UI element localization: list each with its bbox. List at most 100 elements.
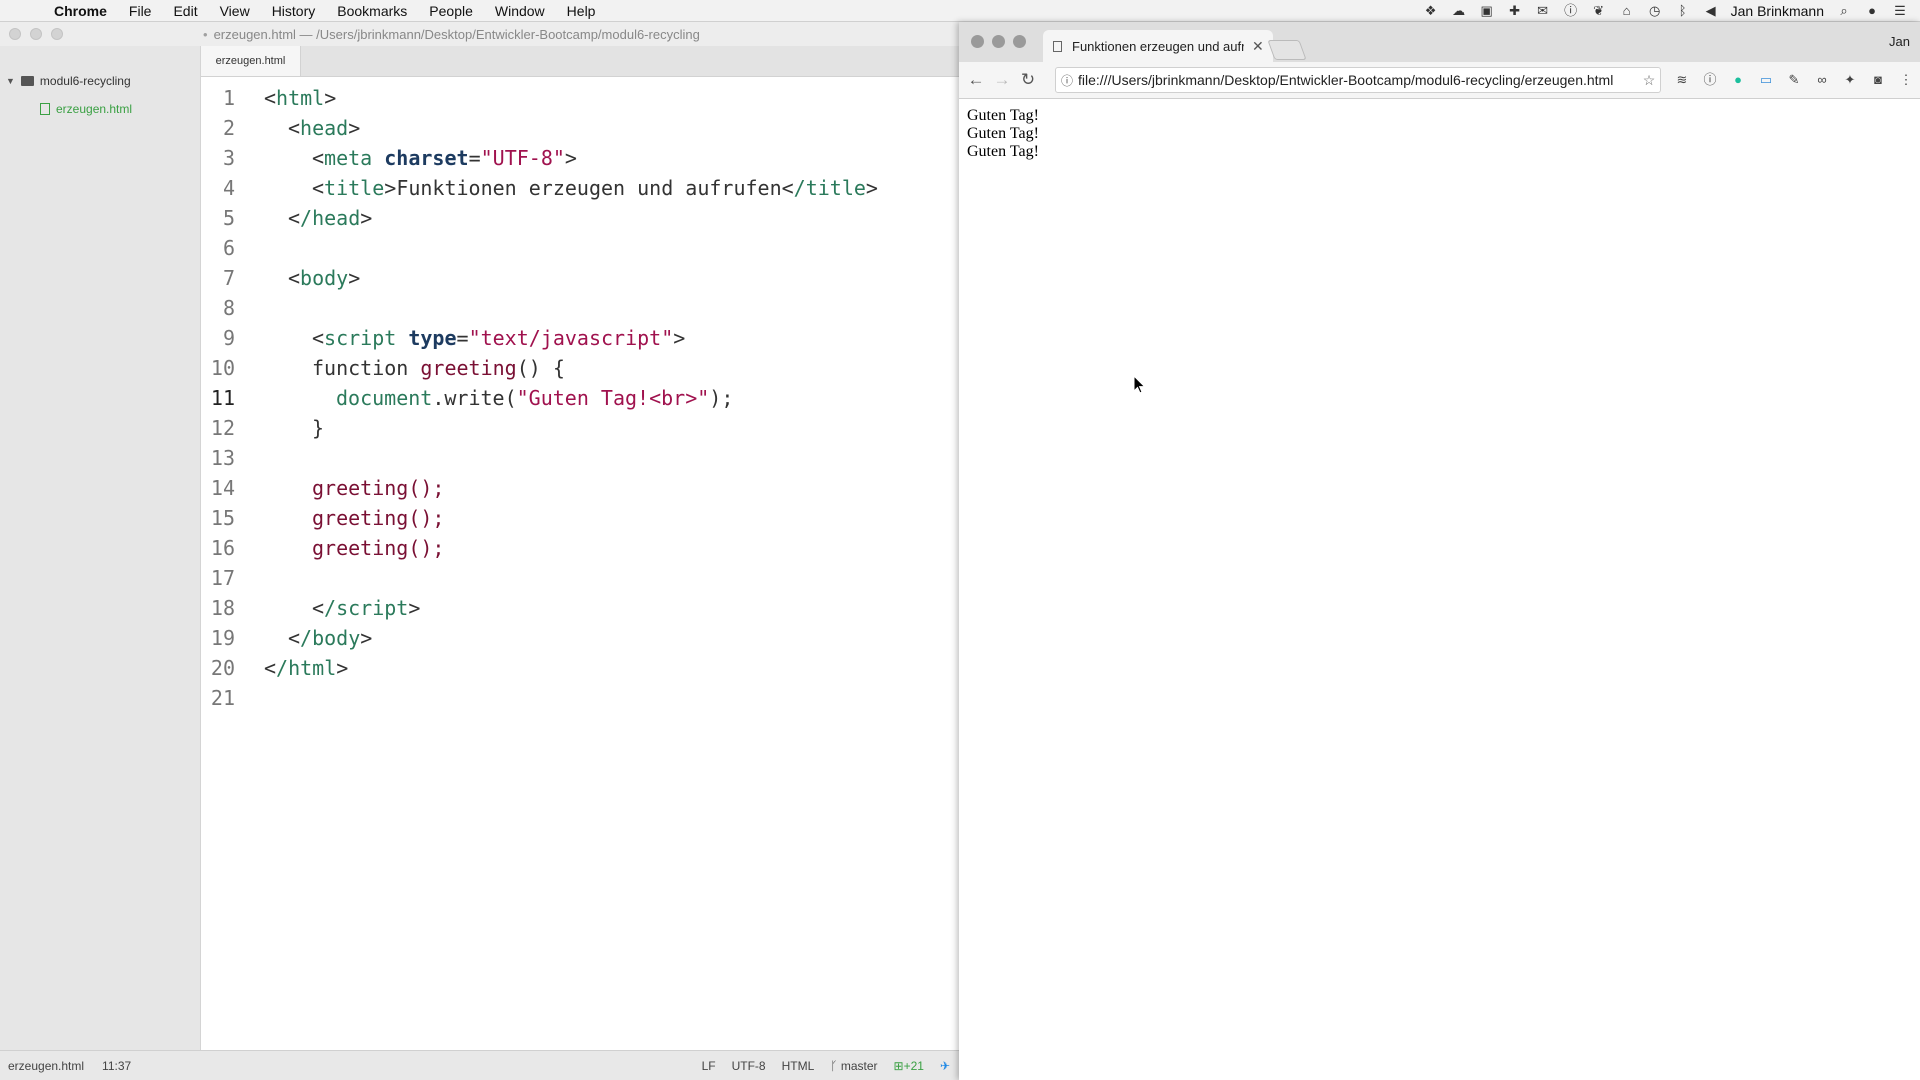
camera-icon[interactable]: ▣ <box>1479 4 1495 18</box>
line-number: 1 <box>222 86 235 110</box>
back-arrow-icon[interactable]: ← <box>963 70 989 90</box>
code-token: "text/javascript" <box>468 326 674 350</box>
line-number: 18 <box>210 596 235 620</box>
browser-tab[interactable]: Funktionen erzeugen und aufrufen ✕ <box>1043 30 1273 62</box>
minimize-window-button[interactable] <box>992 35 1005 48</box>
code-token: greeting(); <box>312 476 445 500</box>
status-git-diff[interactable]: ⊞+21 <box>894 1059 924 1073</box>
code-token: greeting <box>420 356 517 380</box>
user-name[interactable]: Jan Brinkmann <box>1731 3 1824 19</box>
menu-app-chrome[interactable]: Chrome <box>54 3 107 19</box>
code-token: function <box>312 356 421 380</box>
forward-arrow-icon[interactable]: → <box>989 70 1015 90</box>
address-bar[interactable]: ⓘ file:///Users/jbrinkmann/Desktop/Entwi… <box>1055 67 1661 93</box>
line-number: 16 <box>210 536 235 560</box>
search-icon[interactable]: ⌕ <box>1836 4 1852 18</box>
close-window-button[interactable] <box>971 35 984 48</box>
status-encoding[interactable]: UTF-8 <box>732 1059 766 1073</box>
zoom-window-button[interactable] <box>1013 35 1026 48</box>
code-token: .write( <box>432 386 517 410</box>
minimize-window-button[interactable] <box>30 28 42 40</box>
cloud-icon[interactable]: ☁ <box>1451 4 1467 18</box>
tree-folder[interactable]: ▼ modul6-recycling <box>6 74 131 88</box>
close-window-button[interactable] <box>9 28 21 40</box>
link-extension-icon[interactable]: ∞ <box>1814 72 1830 88</box>
address-bar-url[interactable]: file:///Users/jbrinkmann/Desktop/Entwick… <box>1078 72 1638 88</box>
bird-icon[interactable]: ✈ <box>940 1059 950 1073</box>
page-output-line: Guten Tag! <box>967 107 1039 124</box>
menu-file[interactable]: File <box>129 3 152 19</box>
menu-edit[interactable]: Edit <box>173 3 197 19</box>
siri-icon[interactable]: ● <box>1864 4 1880 18</box>
line-number: 11 <box>210 386 235 410</box>
bird-extension-icon[interactable]: ✦ <box>1842 72 1858 88</box>
menu-history[interactable]: History <box>272 3 316 19</box>
camera-extension-icon[interactable]: ◙ <box>1870 72 1886 88</box>
menu-window[interactable]: Window <box>495 3 545 19</box>
page-output-line: Guten Tag! <box>967 143 1039 160</box>
volume-icon[interactable]: ◀ <box>1703 4 1719 18</box>
plus-icon[interactable]: ✚ <box>1507 4 1523 18</box>
profile-button[interactable]: Jan <box>1889 34 1910 49</box>
code-token: /body <box>300 626 361 650</box>
line-number: 5 <box>222 206 235 230</box>
code-token: document <box>336 386 433 410</box>
code-token: greeting(); <box>312 536 445 560</box>
lock-icon[interactable]: ⌂ <box>1619 4 1635 18</box>
code-token: meta <box>324 146 373 170</box>
password-extension-icon[interactable]: ⓘ <box>1702 72 1718 88</box>
status-grammar[interactable]: HTML <box>782 1059 815 1073</box>
dropbox-icon[interactable]: ❖ <box>1423 4 1439 18</box>
tree-folder-label: modul6-recycling <box>39 74 131 88</box>
evernote-extension-icon[interactable]: ✎ <box>1786 72 1802 88</box>
menu-view[interactable]: View <box>220 3 250 19</box>
browser-window: Funktionen erzeugen und aufrufen ✕ Jan ←… <box>959 22 1920 1080</box>
status-line-ending[interactable]: LF <box>702 1059 716 1073</box>
zoom-window-button[interactable] <box>51 28 63 40</box>
editor-window-title: • erzeugen.html — /Users/jbrinkmann/Deskt… <box>203 27 700 42</box>
document-icon <box>1053 40 1062 52</box>
chevron-down-icon[interactable]: ▼ <box>6 76 15 86</box>
line-number: 2 <box>222 116 235 140</box>
editor-tab[interactable]: erzeugen.html <box>201 46 301 76</box>
code-token: charset <box>384 146 469 170</box>
m-extension-icon[interactable]: ● <box>1730 72 1746 88</box>
editor-title-text: erzeugen.html — /Users/jbrinkmann/Deskto… <box>213 26 700 42</box>
browser-window-controls <box>971 35 1026 48</box>
code-token: "UTF-8" <box>480 146 565 170</box>
browser-tab-title: Funktionen erzeugen und aufrufen <box>1072 38 1244 54</box>
status-git-branch[interactable]: ᚴ master <box>830 1059 877 1073</box>
info-icon[interactable]: ⓘ <box>1563 4 1579 18</box>
status-cursor-position[interactable]: 11:37 <box>102 1059 131 1073</box>
bluetooth-icon[interactable]: ᛒ <box>1675 4 1691 18</box>
browser-toolbar: ← → ↻ ⓘ file:///Users/jbrinkmann/Desktop… <box>959 62 1920 99</box>
menu-icon[interactable]: ⋮ <box>1898 72 1914 88</box>
code-editor[interactable]: 1 <html> 2 <head> 3 <meta charset="UTF-8"> … <box>201 77 960 1050</box>
screen-extension-icon[interactable]: ▭ <box>1758 72 1774 88</box>
leaf-icon[interactable]: ❦ <box>1591 4 1607 18</box>
menu-help[interactable]: Help <box>567 3 596 19</box>
editor-status-bar: erzeugen.html 11:37 LF UTF-8 HTML ᚴ mast… <box>0 1050 960 1080</box>
mouse-pointer-icon <box>1133 375 1146 394</box>
new-tab-button[interactable] <box>1267 40 1307 60</box>
status-file-name[interactable]: erzeugen.html <box>8 1059 84 1073</box>
layers-extension-icon[interactable]: ≋ <box>1674 72 1690 88</box>
info-icon[interactable]: ⓘ <box>1056 72 1078 89</box>
menu-bookmarks[interactable]: Bookmarks <box>337 3 407 19</box>
git-branch-icon: ᚴ <box>830 1059 838 1073</box>
line-number: 8 <box>222 296 235 320</box>
line-number: 12 <box>210 416 235 440</box>
time-machine-icon[interactable]: ◷ <box>1647 4 1663 18</box>
close-tab-icon[interactable]: ✕ <box>1252 38 1264 55</box>
reload-icon[interactable]: ↻ <box>1015 70 1041 90</box>
bookmark-star-icon[interactable]: ☆ <box>1638 72 1660 89</box>
folder-icon <box>20 76 34 86</box>
notification-center-icon[interactable]: ☰ <box>1892 4 1908 18</box>
tree-file[interactable]: erzeugen.html <box>40 102 132 116</box>
code-token: () { <box>516 356 565 380</box>
line-number: 3 <box>222 146 235 170</box>
menu-people[interactable]: People <box>429 3 473 19</box>
code-token: > <box>324 86 337 110</box>
mail-icon[interactable]: ✉ <box>1535 4 1551 18</box>
code-token: script <box>324 326 397 350</box>
